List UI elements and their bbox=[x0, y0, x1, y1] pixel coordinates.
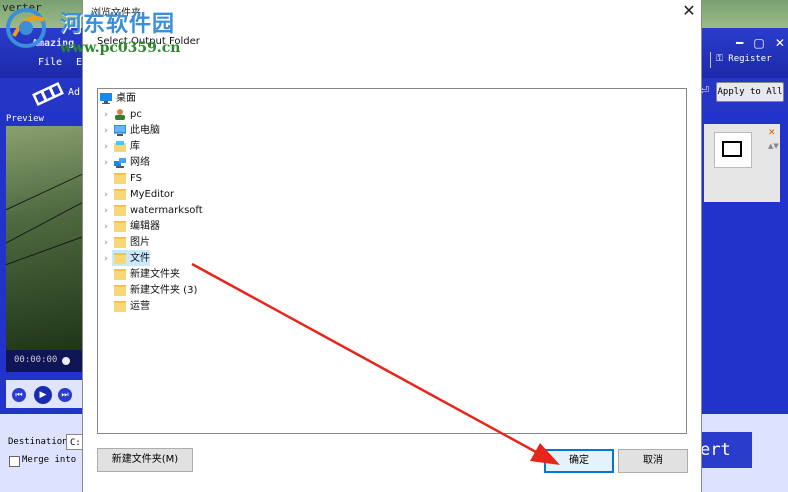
tree-node-label: 此电脑 bbox=[130, 125, 160, 136]
expand-chevron-icon[interactable]: › bbox=[102, 187, 110, 203]
tree-node-label: 运营 bbox=[130, 301, 150, 312]
tree-node-label: 新建文件夹 bbox=[130, 269, 180, 280]
destination-label: Destination: bbox=[8, 437, 74, 447]
apply-to-all-button[interactable]: Apply to All bbox=[716, 82, 784, 102]
tree-node-folder[interactable]: › 编辑器 bbox=[98, 219, 298, 235]
key-icon: ⚿ bbox=[716, 54, 729, 64]
expand-chevron-icon[interactable]: › bbox=[102, 123, 110, 139]
tree-node-folder[interactable]: FS bbox=[98, 171, 298, 187]
convert-button[interactable]: ert bbox=[696, 432, 752, 468]
tree-node-label: 文件 bbox=[130, 253, 150, 264]
video-preview bbox=[6, 126, 82, 350]
tree-node-label: pc bbox=[130, 109, 142, 120]
tree-node-label: 桌面 bbox=[116, 93, 136, 104]
tree-node-folder[interactable]: 运营 bbox=[98, 299, 298, 315]
expand-chevron-icon[interactable]: › bbox=[102, 203, 110, 219]
expand-chevron-icon[interactable]: › bbox=[102, 235, 110, 251]
aspect-rectangle-icon bbox=[722, 141, 742, 157]
watermark-logo-icon bbox=[6, 8, 46, 48]
tree-node-this-pc[interactable]: › 此电脑 bbox=[98, 123, 298, 139]
tree-node-label: 编辑器 bbox=[130, 221, 160, 232]
expand-chevron-icon[interactable]: › bbox=[102, 251, 110, 267]
watermark-text: 河东软件园 bbox=[60, 11, 176, 37]
tree-node-folder[interactable]: › watermarksoft bbox=[98, 203, 298, 219]
tree-node-folder[interactable]: › MyEditor bbox=[98, 187, 298, 203]
register-button[interactable]: ⚿ Register bbox=[716, 54, 772, 64]
next-icon[interactable]: ⏭ bbox=[58, 388, 72, 402]
folder-icon bbox=[114, 221, 126, 232]
tree-node-label: 新建文件夹 (3) bbox=[130, 285, 198, 296]
merge-label: Merge into o bbox=[22, 455, 88, 465]
folder-icon bbox=[114, 173, 126, 184]
tree-node-label: 图片 bbox=[130, 237, 150, 248]
folder-icon bbox=[114, 205, 126, 216]
folder-icon bbox=[114, 253, 126, 264]
seek-knob[interactable] bbox=[62, 357, 70, 365]
tree-node-network[interactable]: › 网络 bbox=[98, 155, 298, 171]
expand-chevron-icon[interactable]: › bbox=[102, 155, 110, 171]
film-strip-icon[interactable] bbox=[30, 80, 66, 108]
computer-icon bbox=[114, 125, 126, 136]
browse-folder-dialog: 浏览文件夹 ✕ Select Output Folder 桌面 › pc › 此… bbox=[82, 0, 702, 492]
spinner-icon[interactable]: ▲▼ bbox=[768, 142, 779, 150]
folder-tree[interactable]: 桌面 › pc › 此电脑 › 库 › 网络 FS › MyEditor › w… bbox=[97, 88, 687, 434]
close-icon[interactable]: ✕ bbox=[679, 1, 699, 21]
expand-chevron-icon[interactable]: › bbox=[102, 107, 110, 123]
user-icon bbox=[115, 109, 125, 120]
play-icon[interactable]: ▶ bbox=[34, 386, 52, 404]
tree-node-label: FS bbox=[130, 173, 142, 184]
site-watermark: 河东软件园 www.pc0359.cn bbox=[0, 0, 200, 64]
desktop-icon bbox=[100, 93, 112, 104]
expand-chevron-icon[interactable]: › bbox=[102, 219, 110, 235]
tree-node-label: watermarksoft bbox=[130, 205, 203, 216]
preview-label: Preview bbox=[6, 114, 44, 124]
tree-node-folder[interactable]: 新建文件夹 bbox=[98, 267, 298, 283]
register-separator bbox=[710, 52, 711, 68]
ok-button[interactable]: 确定 bbox=[544, 449, 614, 473]
tree-node-pc[interactable]: › pc bbox=[98, 107, 298, 123]
tree-node-label: 网络 bbox=[130, 157, 150, 168]
folder-icon bbox=[114, 237, 126, 248]
folder-icon bbox=[114, 189, 126, 200]
watermark-url: www.pc0359.cn bbox=[60, 40, 181, 56]
tree-node-label: 库 bbox=[130, 141, 140, 152]
tree-node-library[interactable]: › 库 bbox=[98, 139, 298, 155]
tree-node-folder[interactable]: 新建文件夹 (3) bbox=[98, 283, 298, 299]
register-label: Register bbox=[728, 54, 772, 64]
tree-node-label: MyEditor bbox=[130, 189, 175, 200]
panel-close-icon[interactable]: ✕ bbox=[768, 128, 776, 138]
power-line bbox=[6, 225, 82, 268]
expand-chevron-icon[interactable]: › bbox=[102, 139, 110, 155]
tree-node-desktop[interactable]: 桌面 bbox=[98, 91, 298, 107]
power-line bbox=[6, 160, 82, 213]
merge-checkbox[interactable] bbox=[9, 456, 20, 467]
library-icon bbox=[114, 141, 126, 152]
network-icon bbox=[114, 158, 126, 168]
playback-time: 00:00:00 bbox=[14, 355, 58, 365]
add-video-label[interactable]: Ad bbox=[68, 87, 80, 98]
folder-icon bbox=[114, 285, 126, 296]
tree-node-folder[interactable]: › 图片 bbox=[98, 235, 298, 251]
cancel-button[interactable]: 取消 bbox=[618, 449, 688, 473]
folder-icon bbox=[114, 269, 126, 280]
window-controls[interactable]: ━ ▢ ✕ bbox=[736, 36, 788, 50]
new-folder-button[interactable]: 新建文件夹(M) bbox=[97, 448, 193, 472]
previous-icon[interactable]: ⏮ bbox=[12, 388, 26, 402]
folder-icon bbox=[114, 301, 126, 312]
power-line bbox=[6, 187, 82, 246]
tree-node-folder-selected[interactable]: › 文件 bbox=[98, 251, 298, 267]
